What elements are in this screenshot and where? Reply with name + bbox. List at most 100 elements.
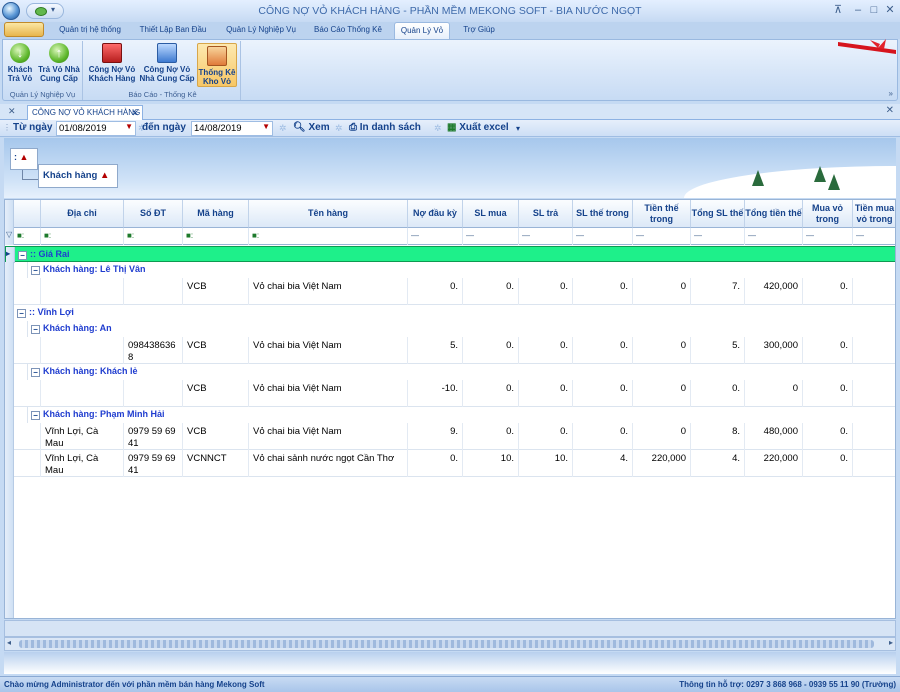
- table-cell[interactable]: VCB: [183, 337, 249, 364]
- table-cell[interactable]: 10.: [519, 450, 573, 477]
- table-cell[interactable]: Vỏ chai bia Việt Nam: [249, 278, 408, 305]
- table-cell[interactable]: 5.: [408, 337, 463, 364]
- table-cell[interactable]: Vĩnh Lợi, Cà Mau: [41, 450, 124, 477]
- table-cell[interactable]: 5.: [691, 337, 745, 364]
- supplier-shell-debt-button[interactable]: Công Nợ Vỏ Nhà Cung Cấp: [139, 43, 195, 83]
- table-cell[interactable]: Vỏ chai sảnh nước ngọt Cần Thơ: [249, 450, 408, 477]
- table-cell[interactable]: VCB: [183, 423, 249, 450]
- filter-cell[interactable]: ■:: [14, 228, 41, 245]
- column-header[interactable]: Mua vỏ trong: [803, 200, 853, 228]
- table-cell[interactable]: [853, 278, 895, 305]
- column-header[interactable]: Nợ đầu kỳ: [408, 200, 463, 228]
- tab-help[interactable]: Trợ Giúp: [456, 22, 502, 39]
- scrollbar-thumb[interactable]: [19, 640, 874, 648]
- table-cell[interactable]: 10.: [463, 450, 519, 477]
- table-cell[interactable]: 0.: [573, 423, 633, 450]
- column-header[interactable]: Số ĐT: [124, 200, 183, 228]
- collapse-icon[interactable]: −: [31, 411, 40, 420]
- table-cell[interactable]: 0: [633, 278, 691, 305]
- table-cell[interactable]: 0979 59 69 41: [124, 423, 183, 450]
- column-header[interactable]: Tổng tiền thế: [745, 200, 803, 228]
- group-field-chip-2[interactable]: Khách hàng ▲: [38, 164, 118, 188]
- table-cell[interactable]: 8.: [691, 423, 745, 450]
- collapse-icon[interactable]: −: [18, 251, 27, 260]
- shell-stock-report-button[interactable]: Thống Kê Kho Vỏ: [197, 43, 237, 87]
- table-cell[interactable]: Vỏ chai bia Việt Nam: [249, 423, 408, 450]
- tab-setup[interactable]: Thiết Lập Ban Đầu: [132, 22, 214, 39]
- filter-cell[interactable]: —: [803, 228, 853, 245]
- table-cell[interactable]: 0.: [519, 380, 573, 407]
- table-cell[interactable]: 0.: [463, 337, 519, 364]
- table-cell[interactable]: [41, 337, 124, 364]
- column-header[interactable]: Tổng SL thế: [691, 200, 745, 228]
- table-cell[interactable]: Vĩnh Lợi, Cà Mau: [41, 423, 124, 450]
- tab-operations[interactable]: Quản Lý Nghiệp Vụ: [218, 22, 304, 39]
- table-cell[interactable]: [853, 337, 895, 364]
- table-cell[interactable]: 0: [633, 380, 691, 407]
- table-cell[interactable]: [853, 423, 895, 450]
- close-pane-icon[interactable]: ✕: [886, 105, 894, 116]
- filter-cell[interactable]: —: [853, 228, 895, 245]
- table-cell[interactable]: 0.: [463, 278, 519, 305]
- filter-cell[interactable]: —: [463, 228, 519, 245]
- table-row[interactable]: Vĩnh Lợi, Cà Mau 0979 59 69 41 VCB Vỏ chai …: [5, 423, 895, 450]
- customer-shell-debt-button[interactable]: Công Nợ Vỏ Khách Hàng: [87, 43, 137, 83]
- table-row[interactable]: VCB Vỏ chai bia Việt Nam -10. 0. 0. 0. 0 0. 0 0.: [5, 380, 895, 407]
- collapse-ribbon-icon[interactable]: »: [889, 89, 893, 98]
- filter-cell[interactable]: —: [573, 228, 633, 245]
- view-button[interactable]: 🔍︎ Xem: [293, 122, 330, 133]
- table-cell[interactable]: Vỏ chai bia Việt Nam: [249, 337, 408, 364]
- collapse-icon[interactable]: −: [31, 325, 40, 334]
- table-cell[interactable]: 300,000: [745, 337, 803, 364]
- close-button[interactable]: ✕: [882, 3, 898, 18]
- table-cell[interactable]: [853, 450, 895, 477]
- calendar-dropdown-icon[interactable]: ▼: [262, 122, 270, 131]
- table-cell[interactable]: 4.: [573, 450, 633, 477]
- sort-icon[interactable]: ▲: [20, 152, 29, 162]
- table-cell[interactable]: VCNNCT: [183, 450, 249, 477]
- table-cell[interactable]: 420,000: [745, 278, 803, 305]
- table-cell[interactable]: 0.: [573, 278, 633, 305]
- table-cell[interactable]: Vỏ chai bia Việt Nam: [249, 380, 408, 407]
- column-header[interactable]: SL thế trong: [573, 200, 633, 228]
- column-header[interactable]: Tên hàng: [249, 200, 408, 228]
- customer-group-row[interactable]: − Khách hàng: Lê Thị Vân: [5, 262, 895, 278]
- table-cell[interactable]: VCB: [183, 380, 249, 407]
- supplier-return-button[interactable]: ↑ Trả Vỏ Nhà Cung Cấp: [37, 43, 81, 83]
- customer-group-row[interactable]: − Khách hàng: An: [5, 321, 895, 337]
- app-menu-button[interactable]: [4, 22, 44, 37]
- filter-cell[interactable]: —: [691, 228, 745, 245]
- table-cell[interactable]: 0.: [803, 450, 853, 477]
- scroll-left-icon[interactable]: ◂: [7, 638, 11, 647]
- column-header[interactable]: SL trả: [519, 200, 573, 228]
- export-excel-button[interactable]: ▦ Xuất excel: [447, 122, 509, 133]
- ribbon-collapse-icon[interactable]: ⊼: [830, 3, 846, 18]
- table-cell[interactable]: 0: [633, 423, 691, 450]
- customer-return-button[interactable]: ↓ Khách Trả Vỏ: [5, 43, 35, 83]
- table-cell[interactable]: 0.: [408, 450, 463, 477]
- column-header[interactable]: Mã hàng: [183, 200, 249, 228]
- filter-cell[interactable]: ■:: [183, 228, 249, 245]
- filter-cell[interactable]: ■:: [41, 228, 124, 245]
- maximize-button[interactable]: □: [866, 3, 882, 18]
- close-all-icon[interactable]: ✕: [8, 106, 16, 117]
- table-cell[interactable]: -10.: [408, 380, 463, 407]
- tab-shell-management[interactable]: Quản Lý Vỏ: [394, 22, 450, 39]
- column-header[interactable]: Tiền mua vỏ trong: [853, 200, 895, 228]
- table-cell[interactable]: [124, 380, 183, 407]
- table-cell[interactable]: 0.: [803, 278, 853, 305]
- table-cell[interactable]: 220,000: [633, 450, 691, 477]
- minimize-button[interactable]: –: [850, 3, 866, 18]
- collapse-icon[interactable]: −: [31, 368, 40, 377]
- table-row[interactable]: VCB Vỏ chai bia Việt Nam 0. 0. 0. 0. 0 7. 420,00…: [5, 278, 895, 305]
- table-cell[interactable]: 9.: [408, 423, 463, 450]
- customer-group-row[interactable]: − Khách hàng: Phạm Minh Hải: [5, 407, 895, 423]
- collapse-icon[interactable]: −: [31, 266, 40, 275]
- group-row[interactable]: −:: Vĩnh Lợi: [5, 305, 895, 321]
- tab-reports[interactable]: Báo Cáo Thống Kê: [308, 22, 388, 39]
- table-cell[interactable]: 0.: [463, 380, 519, 407]
- tab-system[interactable]: Quản trị hệ thống: [52, 22, 128, 39]
- table-cell[interactable]: 220,000: [745, 450, 803, 477]
- table-cell[interactable]: 0.: [803, 423, 853, 450]
- table-cell[interactable]: 098438636 8: [124, 337, 183, 364]
